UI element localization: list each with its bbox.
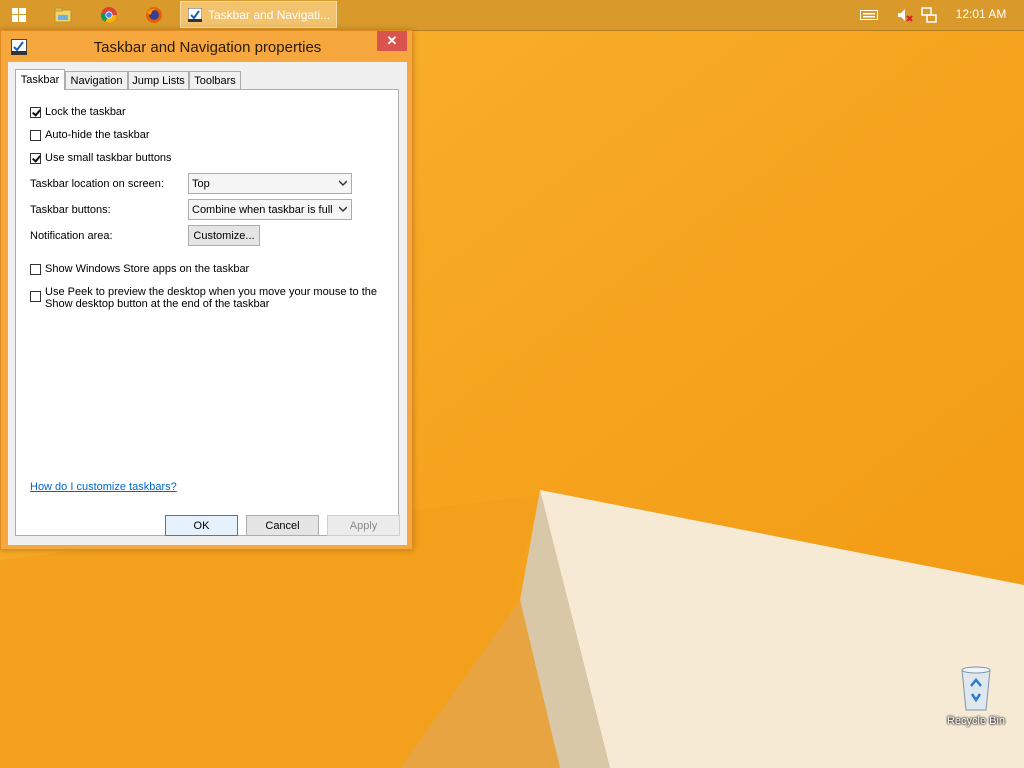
recycle-bin-shortcut[interactable]: Recycle Bin	[940, 666, 1012, 727]
file-explorer-icon[interactable]	[50, 3, 76, 27]
apply-button[interactable]: Apply	[327, 515, 400, 536]
store-apps-label: Show Windows Store apps on the taskbar	[45, 263, 250, 275]
close-button[interactable]: ✕	[377, 31, 407, 51]
recycle-bin-icon	[961, 666, 991, 711]
peek-label-line2: Show desktop button at the end of the ta…	[45, 298, 270, 310]
properties-icon	[188, 7, 202, 22]
tab-panel-taskbar: Lock the taskbar Auto-hide the taskbar U…	[15, 89, 399, 536]
clock[interactable]: 12:01 AM	[946, 7, 1016, 21]
notification-area-label: Notification area:	[30, 230, 113, 242]
help-link[interactable]: How do I customize taskbars?	[30, 481, 177, 493]
chrome-icon[interactable]	[96, 3, 122, 27]
chevron-down-icon	[339, 180, 347, 187]
lock-taskbar-checkbox[interactable]	[30, 107, 41, 118]
auto-hide-label: Auto-hide the taskbar	[45, 129, 150, 141]
auto-hide-option[interactable]: Auto-hide the taskbar	[30, 129, 150, 141]
customize-button[interactable]: Customize...	[188, 225, 260, 246]
taskbar-buttons-value: Combine when taskbar is full	[192, 203, 333, 216]
network-icon[interactable]	[919, 5, 939, 25]
recycle-bin-label: Recycle Bin	[946, 715, 1006, 727]
store-apps-option[interactable]: Show Windows Store apps on the taskbar	[30, 263, 249, 275]
peek-option[interactable]: Use Peek to preview the desktop when you…	[30, 286, 377, 310]
location-value: Top	[192, 177, 210, 190]
volume-muted-icon[interactable]	[895, 5, 915, 25]
location-select[interactable]: Top	[188, 173, 352, 194]
peek-checkbox[interactable]	[30, 291, 41, 302]
keyboard-icon[interactable]	[859, 5, 879, 25]
store-apps-checkbox[interactable]	[30, 264, 41, 275]
ok-button[interactable]: OK	[165, 515, 238, 536]
lock-taskbar-option[interactable]: Lock the taskbar	[30, 106, 126, 118]
location-label: Taskbar location on screen:	[30, 178, 164, 190]
firefox-icon[interactable]	[141, 3, 167, 27]
properties-dialog: Taskbar and Navigation properties ✕ Task…	[0, 30, 413, 550]
tab-taskbar[interactable]: Taskbar	[15, 69, 65, 90]
tab-toolbars[interactable]: Toolbars	[189, 71, 241, 89]
taskbar-buttons-select[interactable]: Combine when taskbar is full	[188, 199, 352, 220]
windows-logo-icon[interactable]	[6, 3, 32, 27]
tab-navigation[interactable]: Navigation	[65, 71, 128, 89]
peek-label: Use Peek to preview the desktop when you…	[45, 286, 377, 310]
taskbar-window-button[interactable]: Taskbar and Navigati...	[180, 1, 337, 28]
tab-jump-lists[interactable]: Jump Lists	[128, 71, 189, 89]
taskbar-buttons-label: Taskbar buttons:	[30, 204, 111, 216]
taskbar-window-label: Taskbar and Navigati...	[208, 7, 331, 22]
chevron-down-icon	[339, 206, 347, 213]
auto-hide-checkbox[interactable]	[30, 130, 41, 141]
lock-taskbar-label: Lock the taskbar	[45, 106, 126, 118]
dialog-title: Taskbar and Navigation properties	[93, 39, 322, 56]
taskbar: Taskbar and Navigati... 12:01 AM	[0, 0, 1024, 31]
small-buttons-label: Use small taskbar buttons	[45, 152, 172, 164]
small-buttons-option[interactable]: Use small taskbar buttons	[30, 152, 172, 164]
cancel-button[interactable]: Cancel	[246, 515, 319, 536]
small-buttons-checkbox[interactable]	[30, 153, 41, 164]
peek-label-line1: Use Peek to preview the desktop when you…	[45, 286, 378, 298]
